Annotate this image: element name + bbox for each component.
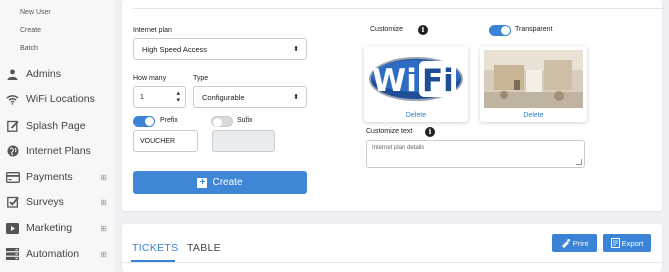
print-label: Print xyxy=(572,238,589,248)
wifi-logo-image: Wi Fi xyxy=(368,52,464,106)
sidebar-item-automation[interactable]: Automation ⊞ xyxy=(5,245,113,263)
info-icon[interactable]: i xyxy=(418,25,428,35)
customize-label: Customize xyxy=(370,26,404,33)
print-icon xyxy=(561,238,571,248)
sufix-toggle[interactable] xyxy=(211,116,233,127)
type-label: Type xyxy=(193,75,209,82)
print-button[interactable]: Print xyxy=(552,234,597,252)
how-many-value: 1 xyxy=(140,93,144,101)
delete-logo-link[interactable]: Delete xyxy=(364,112,468,119)
sidebar-item-marketing[interactable]: Marketing ⊞ xyxy=(5,219,113,237)
export-label: Export xyxy=(621,238,644,248)
sidebar-item-label: Automation xyxy=(26,248,80,260)
internet-plan-label: Internet plan xyxy=(133,27,172,34)
customize-text-label: Customize text xyxy=(366,128,413,135)
wifi-icon xyxy=(5,93,20,105)
divider xyxy=(133,8,665,9)
server-icon xyxy=(5,248,20,260)
credit-card-icon xyxy=(5,171,20,183)
transparent-label: Transparent xyxy=(515,26,553,33)
sidebar: New User Create Batch Admins WiFi Locati… xyxy=(0,0,115,272)
export-icon xyxy=(610,238,620,248)
create-button[interactable]: + Create xyxy=(133,171,307,194)
sidebar-item-label: WiFi Locations xyxy=(26,93,95,105)
type-select[interactable]: Configurable ⬍ xyxy=(193,86,307,108)
tabs-divider xyxy=(122,262,662,263)
prefix-toggle[interactable] xyxy=(133,116,155,127)
expand-icon[interactable]: ⊞ xyxy=(100,224,107,233)
internet-plan-select[interactable]: High Speed Access ⬍ xyxy=(133,38,307,60)
stepper-arrows-icon[interactable]: ▴ ▾ xyxy=(176,90,180,104)
prefix-label: Prefix xyxy=(160,117,178,124)
transparent-toggle[interactable] xyxy=(489,25,511,36)
sidebar-item-label: Marketing xyxy=(26,222,73,234)
textarea-placeholder: Internet plan details xyxy=(372,145,425,151)
sidebar-item-label: Admins xyxy=(26,68,62,80)
sidebar-item-surveys[interactable]: Surveys ⊞ xyxy=(5,193,113,211)
checkbox-icon xyxy=(5,196,20,208)
tab-tickets[interactable]: TICKETS xyxy=(132,242,178,254)
sidebar-item-payments[interactable]: Payments ⊞ xyxy=(5,168,113,186)
prefix-input[interactable]: VOUCHER xyxy=(133,130,198,152)
svg-text:Fi: Fi xyxy=(422,63,454,99)
sidebar-item-label: Surveys xyxy=(26,196,64,208)
edit-icon xyxy=(5,120,20,132)
toggle-knob xyxy=(213,118,222,127)
sufix-label: Sufix xyxy=(237,117,253,124)
customize-textarea[interactable]: Internet plan details xyxy=(366,140,585,168)
sidebar-subitem-create[interactable]: Create xyxy=(20,27,41,34)
sidebar-item-wifi-locations[interactable]: WiFi Locations xyxy=(5,90,113,108)
internet-plan-value: High Speed Access xyxy=(142,44,208,54)
sidebar-item-internet-plans[interactable]: Internet Plans xyxy=(5,142,113,160)
logo-thumbnail: Wi Fi Delete xyxy=(364,46,468,122)
expand-icon[interactable]: ⊞ xyxy=(100,250,107,259)
background-thumbnail: Delete xyxy=(480,46,587,122)
info-icon[interactable]: i xyxy=(425,127,435,137)
resize-grip-icon[interactable] xyxy=(576,159,582,165)
expand-icon[interactable]: ⊞ xyxy=(100,198,107,207)
prefix-value: VOUCHER xyxy=(140,137,176,145)
sidebar-subitem-new-user[interactable]: New User xyxy=(20,9,51,16)
expand-icon[interactable]: ⊞ xyxy=(100,173,107,182)
sidebar-item-admins[interactable]: Admins xyxy=(5,65,113,83)
globe-icon xyxy=(5,145,20,157)
user-icon xyxy=(5,68,20,80)
plus-icon: + xyxy=(197,177,208,188)
type-value: Configurable xyxy=(202,92,245,102)
background-image xyxy=(484,50,583,108)
sidebar-item-label: Internet Plans xyxy=(26,145,91,157)
export-button[interactable]: Export xyxy=(603,234,651,252)
select-caret-icon: ⬍ xyxy=(293,94,299,101)
wifi-logo-text: Wi xyxy=(372,63,417,99)
how-many-input[interactable]: 1 ▴ ▾ xyxy=(133,86,186,108)
sidebar-item-label: Payments xyxy=(26,171,73,183)
create-button-label: Create xyxy=(212,177,243,188)
tab-table[interactable]: TABLE xyxy=(187,242,221,254)
sidebar-subitem-batch[interactable]: Batch xyxy=(20,45,38,52)
sidebar-item-splash-page[interactable]: Splash Page xyxy=(5,117,113,135)
sufix-input[interactable] xyxy=(212,130,275,152)
how-many-label: How many xyxy=(133,75,167,82)
toggle-knob xyxy=(501,26,510,35)
select-caret-icon: ⬍ xyxy=(293,46,299,53)
play-icon xyxy=(5,222,20,234)
delete-background-link[interactable]: Delete xyxy=(480,112,587,119)
sidebar-item-label: Splash Page xyxy=(26,120,86,132)
toggle-knob xyxy=(145,117,154,126)
